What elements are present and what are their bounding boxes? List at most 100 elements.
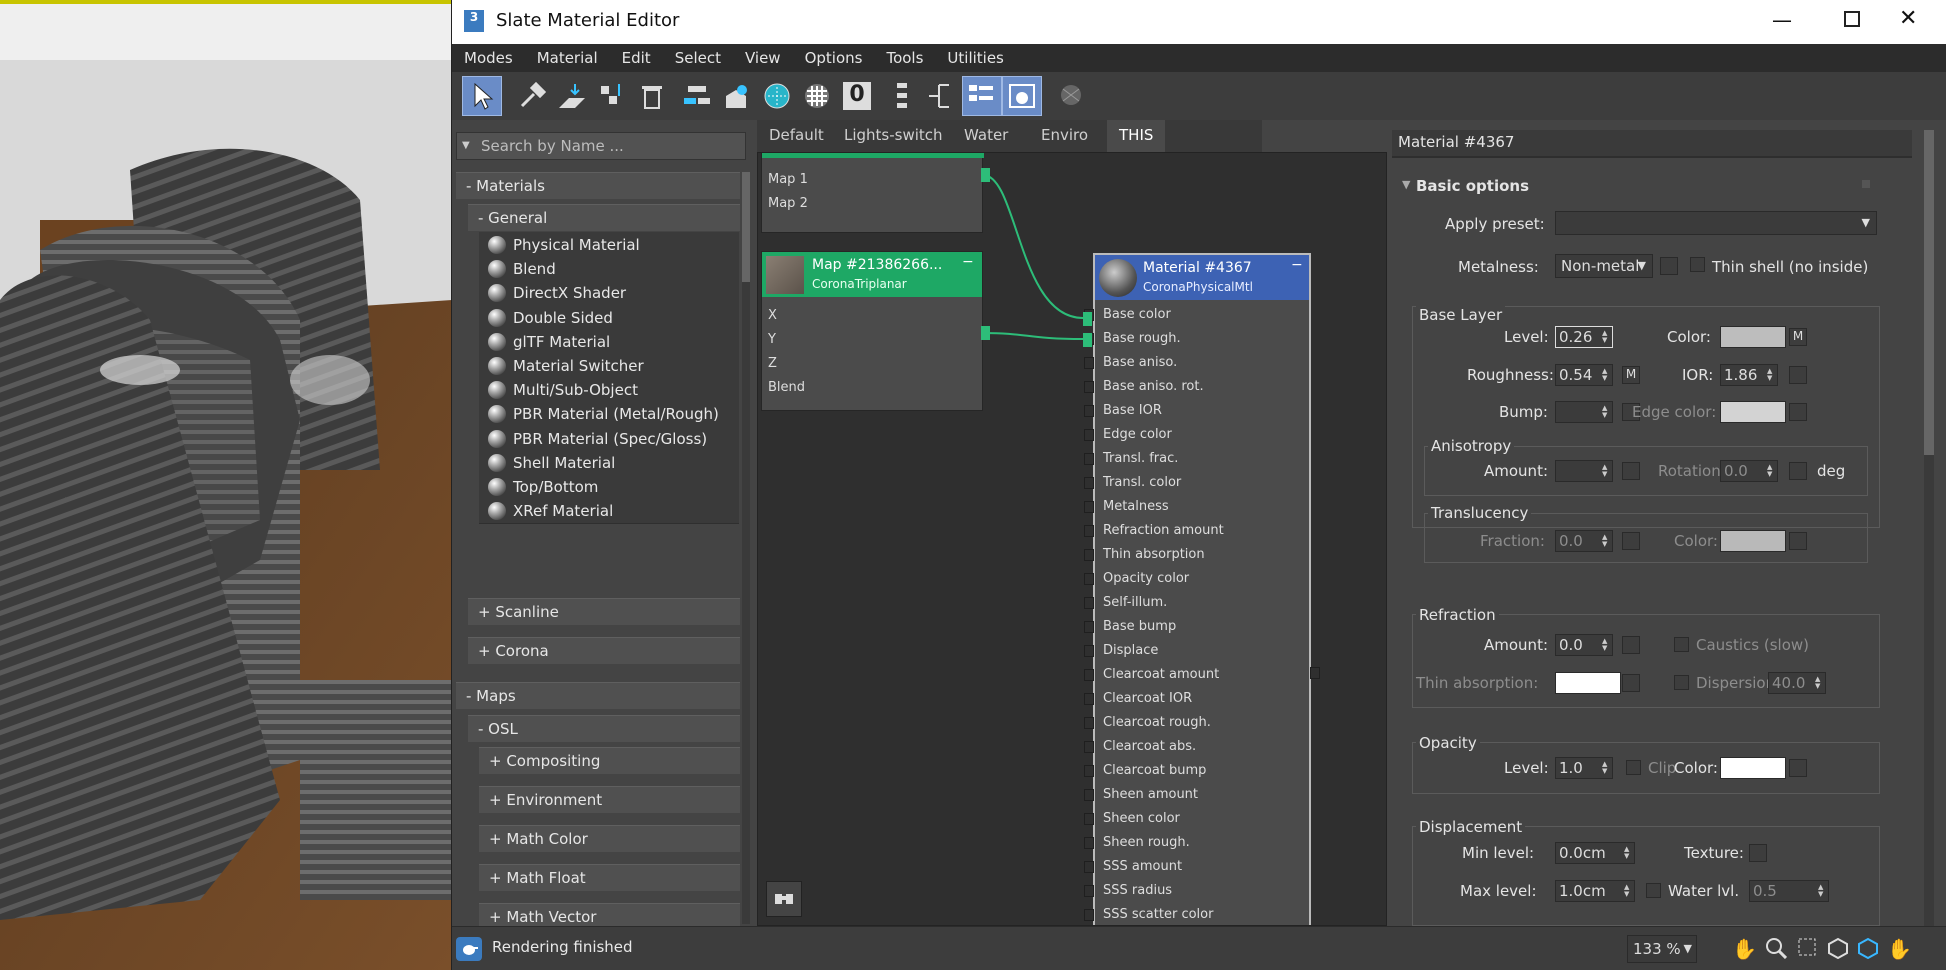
- node-corona-triplanar[interactable]: Map #21386266... CoronaTriplanar − X Y Z…: [761, 251, 983, 411]
- fraction-map-button[interactable]: [1622, 532, 1640, 550]
- collapse-icon[interactable]: −: [962, 254, 974, 270]
- caustics-checkbox[interactable]: [1674, 637, 1689, 652]
- opacity-level-spinner[interactable]: 1.0: [1555, 757, 1613, 779]
- material-input-slot[interactable]: Self-illum.: [1103, 595, 1167, 610]
- material-input-slot[interactable]: SSS scatter color: [1103, 907, 1213, 922]
- material-item[interactable]: glTF Material: [479, 328, 739, 355]
- edge-color-swatch[interactable]: [1720, 401, 1786, 423]
- select-tool-button[interactable]: [462, 76, 502, 116]
- corona-group[interactable]: + Corona: [468, 637, 740, 664]
- input-port[interactable]: [1084, 909, 1094, 921]
- pan-hand-icon[interactable]: ✋: [1732, 937, 1757, 961]
- input-port[interactable]: [1084, 501, 1094, 513]
- input-port[interactable]: [1084, 813, 1094, 825]
- material-input-slot[interactable]: Sheen rough.: [1103, 835, 1190, 850]
- material-item[interactable]: Material Switcher: [479, 353, 739, 379]
- move-children-icon[interactable]: [677, 76, 717, 116]
- browser-scrollbar-thumb[interactable]: [742, 172, 750, 282]
- input-port-base-rough[interactable]: [1083, 333, 1092, 347]
- delete-icon[interactable]: [632, 76, 672, 116]
- material-item[interactable]: Double Sided: [479, 304, 739, 331]
- material-item[interactable]: XRef Material: [479, 498, 739, 525]
- 3d-viewport[interactable]: [0, 0, 452, 970]
- input-port[interactable]: [1084, 477, 1094, 489]
- material-item[interactable]: Top/Bottom: [479, 474, 739, 500]
- input-port[interactable]: [1084, 765, 1094, 777]
- translucency-color-swatch[interactable]: [1720, 530, 1786, 552]
- material-item[interactable]: DirectX Shader: [479, 280, 739, 307]
- rollout-basic-options[interactable]: Basic options: [1416, 177, 1529, 195]
- menu-material[interactable]: Material: [525, 44, 610, 72]
- material-output-port[interactable]: [1310, 667, 1320, 679]
- opacity-map-button[interactable]: [1789, 759, 1807, 777]
- material-input-slot[interactable]: Base color: [1103, 307, 1171, 322]
- material-input-slot[interactable]: Base aniso.: [1103, 355, 1177, 370]
- input-port[interactable]: [1084, 717, 1094, 729]
- menu-modes[interactable]: Modes: [452, 44, 525, 72]
- tab-lights-switch[interactable]: Lights-switch: [832, 120, 955, 152]
- input-port[interactable]: [1084, 573, 1094, 585]
- input-port[interactable]: [1084, 405, 1094, 417]
- dispersion-checkbox[interactable]: [1674, 675, 1689, 690]
- input-port[interactable]: [1084, 429, 1094, 441]
- ior-spinner[interactable]: 1.86: [1720, 364, 1778, 386]
- input-port[interactable]: [1084, 525, 1094, 537]
- input-port[interactable]: [1084, 453, 1094, 465]
- rotation-spinner[interactable]: 0.0: [1720, 460, 1778, 482]
- clip-checkbox[interactable]: [1626, 760, 1641, 775]
- material-input-slot[interactable]: Thin absorption: [1103, 547, 1205, 562]
- zoom-dropdown[interactable]: 133 % ▼: [1627, 935, 1697, 963]
- maps-group[interactable]: - Maps: [456, 682, 740, 709]
- material-input-slot[interactable]: Base rough.: [1103, 331, 1181, 346]
- general-group[interactable]: - General: [468, 204, 740, 231]
- material-input-slot[interactable]: Clearcoat abs.: [1103, 739, 1196, 754]
- material-input-slot[interactable]: SSS amount: [1103, 859, 1182, 874]
- metalness-dropdown[interactable]: Non-metal ▼: [1555, 254, 1653, 278]
- select-by-material-icon[interactable]: [717, 76, 757, 116]
- water-level-checkbox[interactable]: [1646, 883, 1661, 898]
- material-input-slot[interactable]: Displace: [1103, 643, 1158, 658]
- osl-group[interactable]: - OSL: [468, 715, 740, 742]
- material-input-slot[interactable]: Base IOR: [1103, 403, 1162, 418]
- material-input-slot[interactable]: Clearcoat bump: [1103, 763, 1206, 778]
- material-input-slot[interactable]: Base aniso. rot.: [1103, 379, 1204, 394]
- rotation-map-button[interactable]: [1789, 462, 1807, 480]
- material-input-slot[interactable]: Transl. frac.: [1103, 451, 1178, 466]
- thin-shell-checkbox[interactable]: [1690, 257, 1705, 272]
- pan-hand-active-icon[interactable]: ✋: [1887, 937, 1912, 961]
- input-port[interactable]: [1084, 837, 1094, 849]
- osl-category[interactable]: + Math Float: [479, 864, 740, 891]
- material-input-slot[interactable]: Clearcoat rough.: [1103, 715, 1211, 730]
- node-top-map[interactable]: Map 1 Map 2: [761, 153, 984, 233]
- input-port[interactable]: [1084, 381, 1094, 393]
- material-item[interactable]: Blend: [479, 256, 739, 283]
- material-map-browser-toggle[interactable]: [962, 76, 1002, 116]
- max-level-spinner[interactable]: 1.0cm: [1555, 880, 1635, 902]
- edge-color-map-button[interactable]: [1789, 403, 1807, 421]
- scanline-group[interactable]: + Scanline: [468, 598, 740, 625]
- assign-material-icon[interactable]: [552, 76, 592, 116]
- background-checker-icon[interactable]: [797, 76, 837, 116]
- layout-all-icon[interactable]: [882, 76, 922, 116]
- navigator-icon[interactable]: [766, 881, 802, 917]
- show-map-icon[interactable]: [757, 76, 797, 116]
- bump-spinner[interactable]: [1555, 401, 1613, 423]
- eyedropper-icon[interactable]: [512, 76, 552, 116]
- anisotropy-map-button[interactable]: [1622, 462, 1640, 480]
- node-corona-physical-mtl[interactable]: Material #4367 CoronaPhysicalMtl − Base …: [1084, 253, 1320, 925]
- zoom-region-icon[interactable]: [1797, 937, 1819, 959]
- metalness-map-button[interactable]: [1660, 257, 1678, 275]
- material-input-slot[interactable]: Base bump: [1103, 619, 1176, 634]
- parameter-scrollbar-thumb[interactable]: [1924, 130, 1934, 455]
- base-color-swatch[interactable]: [1720, 326, 1786, 348]
- thin-absorption-map-button[interactable]: [1622, 674, 1640, 692]
- material-id-button[interactable]: 0: [837, 76, 877, 116]
- input-port[interactable]: [1084, 741, 1094, 753]
- menu-options[interactable]: Options: [793, 44, 875, 72]
- input-port[interactable]: [1084, 669, 1094, 681]
- material-item[interactable]: Multi/Sub-Object: [479, 377, 739, 404]
- min-level-spinner[interactable]: 0.0cm: [1555, 842, 1635, 864]
- layout-children-icon[interactable]: [920, 76, 960, 116]
- input-port[interactable]: [1084, 885, 1094, 897]
- material-input-slot[interactable]: Transl. color: [1103, 475, 1181, 490]
